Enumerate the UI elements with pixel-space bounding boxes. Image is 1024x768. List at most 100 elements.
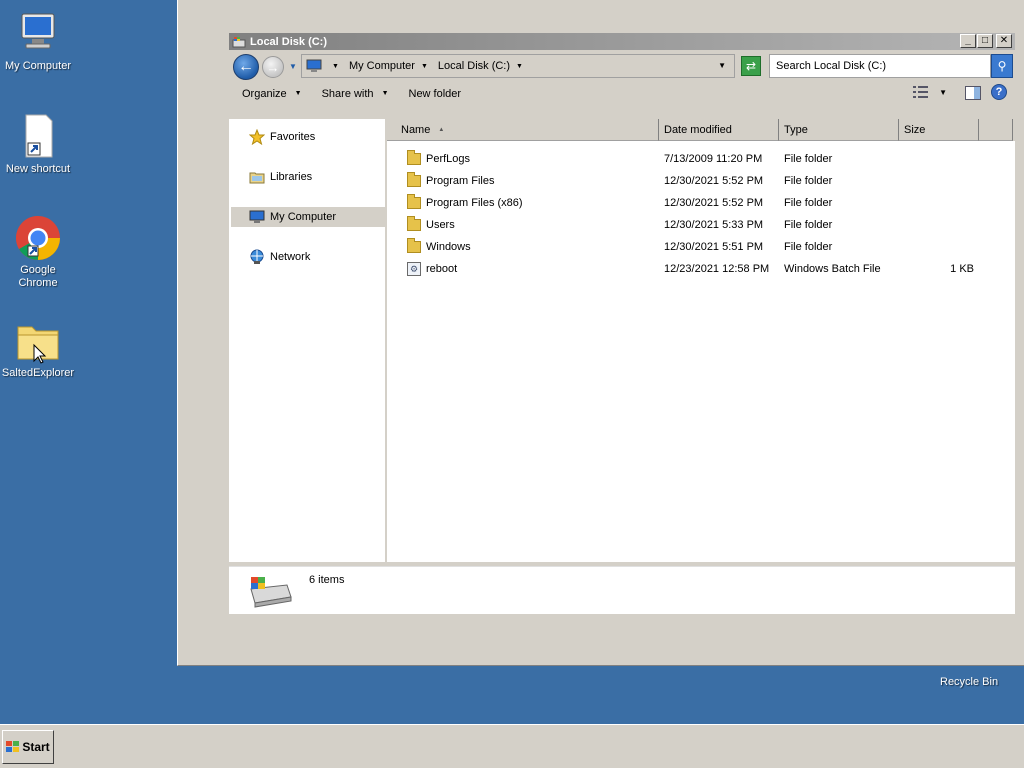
desktop-icon-recycle-bin[interactable]: Recycle Bin	[940, 676, 998, 688]
file-type: Windows Batch File	[784, 263, 881, 275]
sort-ascending-icon: ▲	[438, 126, 445, 133]
desktop-icon-label: SaltedExplorer	[1, 367, 75, 379]
breadcrumb-local-disk[interactable]: Local Disk (C:) ▼	[438, 60, 523, 72]
search-input[interactable]: Search Local Disk (C:)	[769, 54, 991, 78]
column-header-type[interactable]: Type	[779, 119, 899, 141]
file-date: 12/23/2021 12:58 PM	[664, 263, 770, 275]
chevron-down-icon: ▼	[381, 90, 389, 97]
arrow-left-icon: ←	[238, 58, 254, 75]
file-date: 12/30/2021 5:52 PM	[664, 175, 764, 187]
address-field[interactable]: ▼ My Computer ▼ Local Disk (C:) ▼ ▼	[301, 54, 735, 78]
chevron-down-icon: ▼	[516, 62, 523, 70]
file-list-pane: Name▲ Date modified Type Size PerfLogs	[387, 119, 1015, 562]
breadcrumb-my-computer[interactable]: My Computer ▼	[349, 60, 428, 72]
help-icon[interactable]: ?	[991, 84, 1007, 100]
view-options-dropdown[interactable]: ▼	[939, 88, 947, 97]
change-view-icon[interactable]	[913, 86, 929, 98]
file-size: 1 KB	[950, 263, 974, 275]
file-date: 12/30/2021 5:52 PM	[664, 197, 764, 209]
explorer-window: Local Disk (C:) _ □ ✕ ← → ▼ ▼ My Compute…	[229, 33, 1015, 616]
arrow-right-icon: →	[266, 59, 280, 75]
desktop-icon-label: Google Chrome	[18, 264, 58, 289]
command-bar: Organize ▼ Share with ▼ New folder ▼ ?	[229, 82, 1015, 105]
table-row[interactable]: Windows 12/30/2021 5:51 PM File folder	[387, 236, 1015, 258]
table-row[interactable]: PerfLogs 7/13/2009 11:20 PM File folder	[387, 148, 1015, 170]
file-name: Program Files (x86)	[426, 197, 523, 209]
folder-icon	[407, 150, 421, 165]
new-folder-button[interactable]: New folder	[409, 88, 462, 100]
file-name: Program Files	[426, 175, 495, 187]
navigation-pane: Favorites Libraries My Computer Network	[229, 119, 387, 562]
item-count: 6 items	[309, 574, 345, 586]
file-type: File folder	[784, 241, 833, 253]
folder-icon	[407, 194, 421, 209]
file-date: 12/30/2021 5:33 PM	[664, 219, 764, 231]
nav-item-libraries[interactable]: Libraries	[231, 167, 387, 187]
table-row[interactable]: Program Files (x86) 12/30/2021 5:52 PM F…	[387, 192, 1015, 214]
file-type: File folder	[784, 197, 833, 209]
column-header-size[interactable]: Size	[899, 119, 979, 141]
column-header-name[interactable]: Name ▲	[387, 119, 659, 141]
breadcrumb-root-arrow[interactable]: ▼	[326, 63, 339, 70]
shortcut-file-icon	[14, 113, 62, 161]
column-header-extra	[979, 119, 1013, 141]
title-bar[interactable]: Local Disk (C:) _ □ ✕	[229, 33, 1015, 50]
folder-icon	[407, 216, 421, 231]
windows-flag-icon	[6, 741, 20, 753]
desktop-icon-google-chrome[interactable]: Google Chrome	[0, 214, 76, 290]
taskbar: Start	[0, 724, 1024, 768]
desktop-icon-label: New shortcut	[5, 163, 71, 175]
recent-pages-dropdown[interactable]: ▼	[289, 62, 297, 71]
nav-item-my-computer[interactable]: My Computer	[231, 207, 387, 227]
window-title: Local Disk (C:)	[250, 35, 328, 48]
minimize-button[interactable]: _	[960, 34, 976, 48]
column-headers: Name ▲ Date modified Type Size	[387, 119, 1015, 141]
address-history-dropdown[interactable]: ▼	[718, 61, 726, 70]
drive-large-icon	[247, 575, 293, 612]
file-type: File folder	[784, 219, 833, 231]
table-row[interactable]: Users 12/30/2021 5:33 PM File folder	[387, 214, 1015, 236]
desktop-icon-new-shortcut[interactable]: New shortcut	[0, 113, 76, 176]
network-icon	[249, 249, 265, 265]
table-row[interactable]: Program Files 12/30/2021 5:52 PM File fo…	[387, 170, 1015, 192]
forward-button[interactable]: →	[262, 56, 284, 78]
table-row[interactable]: ⚙ reboot 12/23/2021 12:58 PM Windows Bat…	[387, 258, 1015, 280]
desktop-icon-saltedexplorer[interactable]: SaltedExplorer	[0, 317, 76, 380]
search-button[interactable]: ⚲	[991, 54, 1013, 78]
batch-file-icon: ⚙	[407, 262, 421, 276]
organize-menu[interactable]: Organize ▼	[242, 88, 302, 100]
preview-pane-icon[interactable]	[965, 86, 981, 100]
folder-icon	[407, 172, 421, 187]
close-button[interactable]: ✕	[996, 34, 1012, 48]
chrome-icon	[14, 214, 62, 262]
search-placeholder: Search Local Disk (C:)	[776, 60, 887, 72]
file-name: Users	[426, 219, 455, 231]
details-pane: 6 items	[229, 566, 1015, 614]
maximize-button[interactable]: □	[977, 34, 993, 48]
file-type: File folder	[784, 175, 833, 187]
desktop-icon-my-computer[interactable]: My Computer	[0, 10, 76, 73]
back-button[interactable]: ←	[233, 54, 259, 80]
file-name: PerfLogs	[426, 153, 471, 165]
desktop-icon-label: Recycle Bin	[940, 676, 999, 688]
file-name: Windows	[426, 241, 471, 253]
share-with-menu[interactable]: Share with ▼	[322, 88, 389, 100]
file-date: 12/30/2021 5:51 PM	[664, 241, 764, 253]
nav-item-network[interactable]: Network	[231, 247, 387, 267]
folder-icon	[407, 238, 421, 253]
chevron-down-icon: ▼	[420, 62, 428, 70]
file-type: File folder	[784, 153, 833, 165]
nav-item-favorites[interactable]: Favorites	[231, 127, 387, 147]
computer-icon	[14, 10, 62, 58]
file-name: reboot	[426, 263, 458, 275]
star-icon	[249, 129, 265, 145]
computer-small-icon	[306, 59, 322, 73]
folder-icon	[14, 317, 62, 365]
refresh-icon: ⇄	[745, 59, 757, 73]
refresh-button[interactable]: ⇄	[741, 56, 761, 76]
search-icon: ⚲	[997, 59, 1007, 73]
address-bar-row: ← → ▼ ▼ My Computer ▼ Local Disk (C:) ▼ ▼ …	[229, 50, 1015, 82]
start-button[interactable]: Start	[2, 730, 54, 764]
computer-icon	[249, 209, 265, 225]
column-header-date[interactable]: Date modified	[659, 119, 779, 141]
